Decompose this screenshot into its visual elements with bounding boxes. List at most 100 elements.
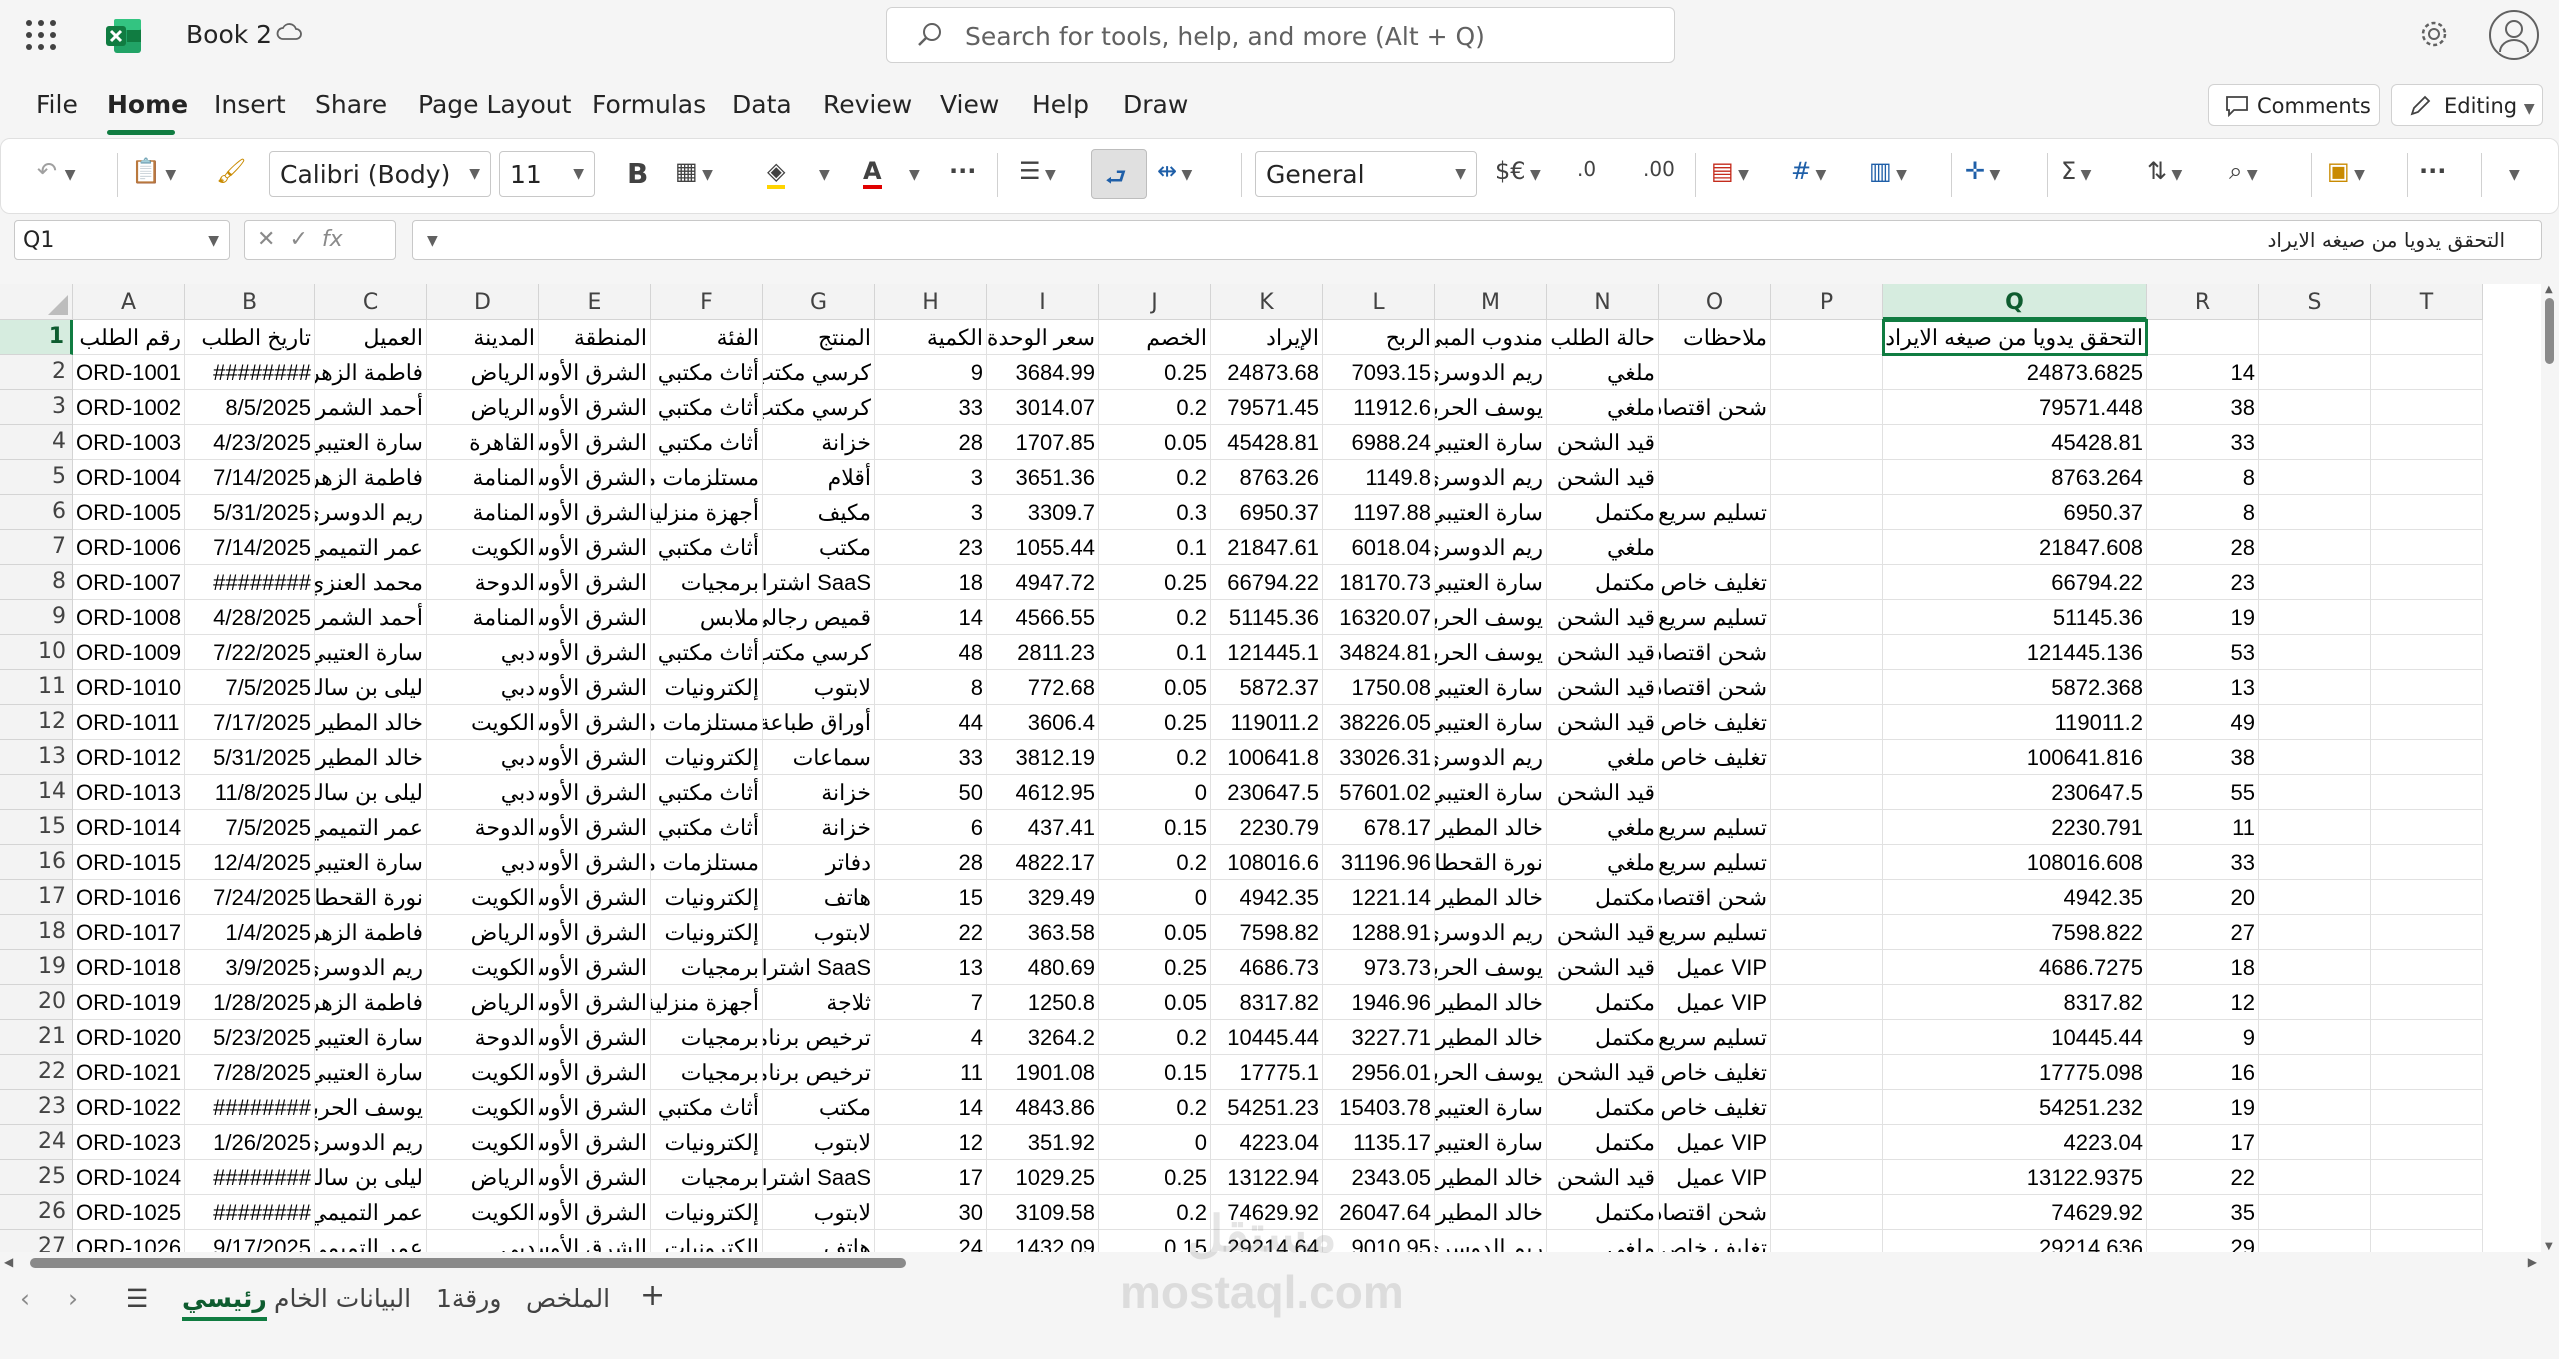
table-cell[interactable]: مكتمل — [1547, 985, 1659, 1020]
table-cell[interactable] — [2259, 1195, 2371, 1230]
table-cell[interactable]: 21847.61 — [1211, 530, 1323, 565]
table-cell[interactable] — [2259, 600, 2371, 635]
row-header[interactable]: 4 — [0, 425, 73, 460]
table-cell[interactable]: ريم الدوسري — [315, 950, 427, 985]
table-cell[interactable]: مكتمل — [1547, 1090, 1659, 1125]
table-cell[interactable]: لابتوب — [763, 670, 875, 705]
table-cell[interactable]: ORD-1019 — [73, 985, 185, 1020]
table-cell[interactable]: المنامة — [427, 460, 539, 495]
table-cell[interactable]: ORD-1005 — [73, 495, 185, 530]
row-header[interactable]: 27 — [0, 1230, 73, 1252]
table-cell[interactable]: خالد المطيري — [1435, 810, 1547, 845]
table-cell[interactable]: الشرق الأوسط — [539, 460, 651, 495]
table-cell[interactable]: إلكترونيات — [651, 670, 763, 705]
table-cell[interactable]: 0.15 — [1099, 810, 1211, 845]
table-cell[interactable]: 35 — [2147, 1195, 2259, 1230]
table-cell[interactable]: 1055.44 — [987, 530, 1099, 565]
table-cell[interactable] — [2259, 670, 2371, 705]
table-cell[interactable]: 3 — [875, 460, 987, 495]
table-cell[interactable]: SaaS اشتراك — [763, 1160, 875, 1195]
table-cell[interactable]: 329.49 — [987, 880, 1099, 915]
table-cell[interactable] — [2371, 1125, 2483, 1160]
table-cell[interactable]: أثاث مكتبي — [651, 355, 763, 390]
table-cell[interactable]: 0.1 — [1099, 530, 1211, 565]
table-cell[interactable]: 33 — [2147, 425, 2259, 460]
table-cell[interactable]: 22 — [875, 915, 987, 950]
table-cell[interactable]: أجهزة منزلية — [651, 495, 763, 530]
table-cell[interactable]: 7/5/2025 — [185, 810, 315, 845]
table-cell[interactable] — [1771, 670, 1883, 705]
increase-decimal-icon[interactable]: .00 — [1643, 157, 1675, 181]
table-cell[interactable]: يوسف الحربي — [1435, 390, 1547, 425]
table-cell[interactable]: 3606.4 — [987, 705, 1099, 740]
table-cell[interactable]: 3684.99 — [987, 355, 1099, 390]
table-cell[interactable]: قيد الشحن — [1547, 775, 1659, 810]
table-cell[interactable]: 18 — [875, 565, 987, 600]
more-font-options-icon[interactable]: ··· — [949, 157, 976, 185]
table-cell[interactable]: دبي — [427, 740, 539, 775]
table-cell[interactable] — [2371, 1020, 2483, 1055]
table-cell[interactable]: 24 — [875, 1230, 987, 1252]
table-cell[interactable]: 3812.19 — [987, 740, 1099, 775]
table-cell[interactable]: تسليم سريع — [1659, 600, 1771, 635]
row-header[interactable]: 16 — [0, 845, 73, 880]
table-cell[interactable]: 5/31/2025 — [185, 740, 315, 775]
table-cell[interactable] — [2371, 845, 2483, 880]
table-cell[interactable] — [2259, 775, 2371, 810]
row-header[interactable]: 11 — [0, 670, 73, 705]
header-cell[interactable]: ملاحظات — [1659, 320, 1771, 355]
table-cell[interactable] — [2371, 1230, 2483, 1252]
table-cell[interactable]: 38226.05 — [1323, 705, 1435, 740]
table-cell[interactable] — [2259, 565, 2371, 600]
table-cell[interactable]: 363.58 — [987, 915, 1099, 950]
table-cell[interactable]: ريم الدوسري — [1435, 355, 1547, 390]
table-cell[interactable]: 437.41 — [987, 810, 1099, 845]
row-header[interactable]: 5 — [0, 460, 73, 495]
table-cell[interactable] — [2371, 425, 2483, 460]
table-cell[interactable]: 0.2 — [1099, 1090, 1211, 1125]
horizontal-scroll-thumb[interactable] — [30, 1258, 906, 1268]
table-cell[interactable]: 8763.264 — [1883, 460, 2147, 495]
table-cell[interactable] — [2259, 880, 2371, 915]
menu-share[interactable]: Share — [315, 90, 387, 119]
table-cell[interactable]: لابتوب — [763, 1125, 875, 1160]
table-cell[interactable]: ثلاجة — [763, 985, 875, 1020]
column-header-r[interactable]: R — [2147, 284, 2259, 320]
row-header[interactable]: 7 — [0, 530, 73, 565]
table-cell[interactable]: الكويت — [427, 1055, 539, 1090]
table-cell[interactable]: الدوحة — [427, 565, 539, 600]
table-cell[interactable] — [2371, 460, 2483, 495]
horizontal-scrollbar[interactable]: ◀ ▶ — [0, 1252, 2541, 1274]
table-cell[interactable]: 7/5/2025 — [185, 670, 315, 705]
table-cell[interactable] — [2259, 845, 2371, 880]
table-cell[interactable]: 24873.68 — [1211, 355, 1323, 390]
table-cell[interactable]: 1221.14 — [1323, 880, 1435, 915]
table-cell[interactable]: 55 — [2147, 775, 2259, 810]
table-cell[interactable] — [2371, 705, 2483, 740]
table-cell[interactable]: ORD-1022 — [73, 1090, 185, 1125]
table-cell[interactable]: 34824.81 — [1323, 635, 1435, 670]
table-cell[interactable]: تغليف خاص — [1659, 565, 1771, 600]
table-cell[interactable]: إلكترونيات — [651, 1230, 763, 1252]
table-cell[interactable]: الرياض — [427, 985, 539, 1020]
table-cell[interactable]: 4686.7275 — [1883, 950, 2147, 985]
table-cell[interactable] — [1771, 985, 1883, 1020]
more-options-icon[interactable]: ··· — [2419, 157, 2446, 185]
table-cell[interactable]: 7093.15 — [1323, 355, 1435, 390]
table-cell[interactable]: برمجيات — [651, 1020, 763, 1055]
table-cell[interactable]: خالد المطيري — [1435, 1020, 1547, 1055]
table-cell[interactable]: شحن اقتصادي — [1659, 670, 1771, 705]
table-cell[interactable]: 15403.78 — [1323, 1090, 1435, 1125]
table-cell[interactable]: ملابس — [651, 600, 763, 635]
table-cell[interactable]: تسليم سريع — [1659, 845, 1771, 880]
menu-draw[interactable]: Draw — [1123, 90, 1188, 119]
row-header[interactable]: 26 — [0, 1195, 73, 1230]
table-cell[interactable]: 121445.136 — [1883, 635, 2147, 670]
table-cell[interactable]: 0 — [1099, 1125, 1211, 1160]
table-cell[interactable]: 3/9/2025 — [185, 950, 315, 985]
sort-filter-icon[interactable]: ⇅ ▼ — [2147, 157, 2182, 185]
table-cell[interactable]: 2230.79 — [1211, 810, 1323, 845]
table-cell[interactable]: 28 — [875, 845, 987, 880]
table-cell[interactable]: مستلزمات مكتبية — [651, 705, 763, 740]
table-cell[interactable]: 1288.91 — [1323, 915, 1435, 950]
